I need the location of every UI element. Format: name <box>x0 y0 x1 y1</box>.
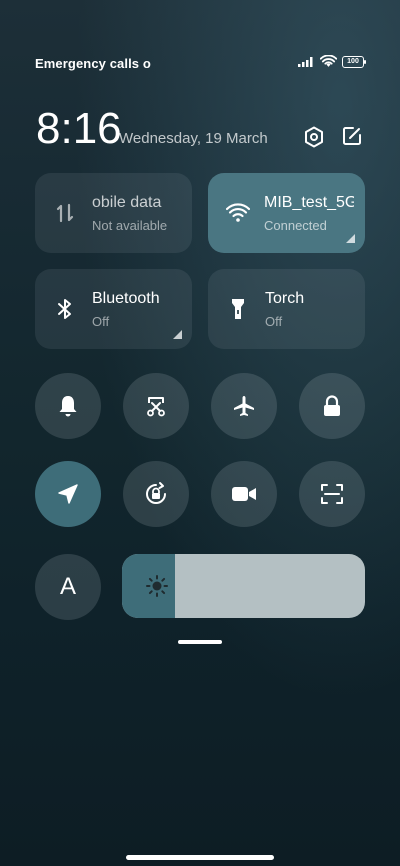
sound-toggle[interactable] <box>35 373 101 439</box>
wifi-icon <box>226 203 250 222</box>
sun-icon <box>146 575 168 597</box>
expand-corner-icon[interactable] <box>173 330 182 339</box>
scan-icon <box>321 484 343 504</box>
bell-icon <box>59 396 77 417</box>
tile-status: Off <box>92 314 110 329</box>
header-icons <box>304 126 362 148</box>
mobile-data-tile[interactable]: obile data Not available <box>35 173 192 253</box>
lock-icon <box>324 395 340 416</box>
auto-rotate-icon <box>146 482 166 504</box>
panel-handle[interactable] <box>178 640 222 644</box>
clock-time: 8:16 <box>36 104 122 153</box>
edit-icon[interactable] <box>342 126 362 146</box>
scanner-toggle[interactable] <box>299 461 365 527</box>
lock-toggle[interactable] <box>299 373 365 439</box>
carrier-text: Emergency calls o <box>35 56 151 71</box>
status-bar: Emergency calls o 100 <box>35 54 366 74</box>
video-icon <box>232 487 256 501</box>
location-icon <box>58 484 78 504</box>
wifi-tile[interactable]: MIB_test_5G Connected <box>208 173 365 253</box>
tile-name: Torch <box>265 290 305 307</box>
reading-mode-toggle[interactable]: A <box>35 554 101 620</box>
tile-status: Off <box>265 314 283 329</box>
brightness-slider[interactable] <box>122 554 365 618</box>
expand-corner-icon[interactable] <box>346 234 355 243</box>
location-toggle[interactable] <box>35 461 101 527</box>
signal-icon <box>298 57 313 67</box>
tile-name: obile data <box>92 194 162 211</box>
screenshot-toggle[interactable] <box>123 373 189 439</box>
bluetooth-icon <box>58 299 71 319</box>
screen-record-toggle[interactable] <box>211 461 277 527</box>
screenshot-icon <box>147 397 165 417</box>
bluetooth-tile[interactable]: Bluetooth Off <box>35 269 192 349</box>
auto-rotate-toggle[interactable] <box>123 461 189 527</box>
airplane-icon <box>234 396 254 416</box>
torch-tile[interactable]: Torch Off <box>208 269 365 349</box>
tile-status: Not available <box>92 218 168 233</box>
status-icons: 100 <box>298 55 366 68</box>
date-text: Wednesday, 19 March <box>119 130 268 147</box>
tile-name: Bluetooth <box>92 290 160 307</box>
home-indicator[interactable] <box>126 855 274 860</box>
battery-icon: 100 <box>342 55 366 68</box>
settings-icon[interactable] <box>304 126 324 148</box>
torch-icon <box>232 299 244 319</box>
airplane-toggle[interactable] <box>211 373 277 439</box>
tile-name: MIB_test_5G <box>264 194 354 211</box>
mobile-data-icon <box>56 203 74 223</box>
reading-mode-label: A <box>59 573 76 600</box>
wifi-icon <box>320 55 337 67</box>
tile-status: Connected <box>264 218 327 233</box>
